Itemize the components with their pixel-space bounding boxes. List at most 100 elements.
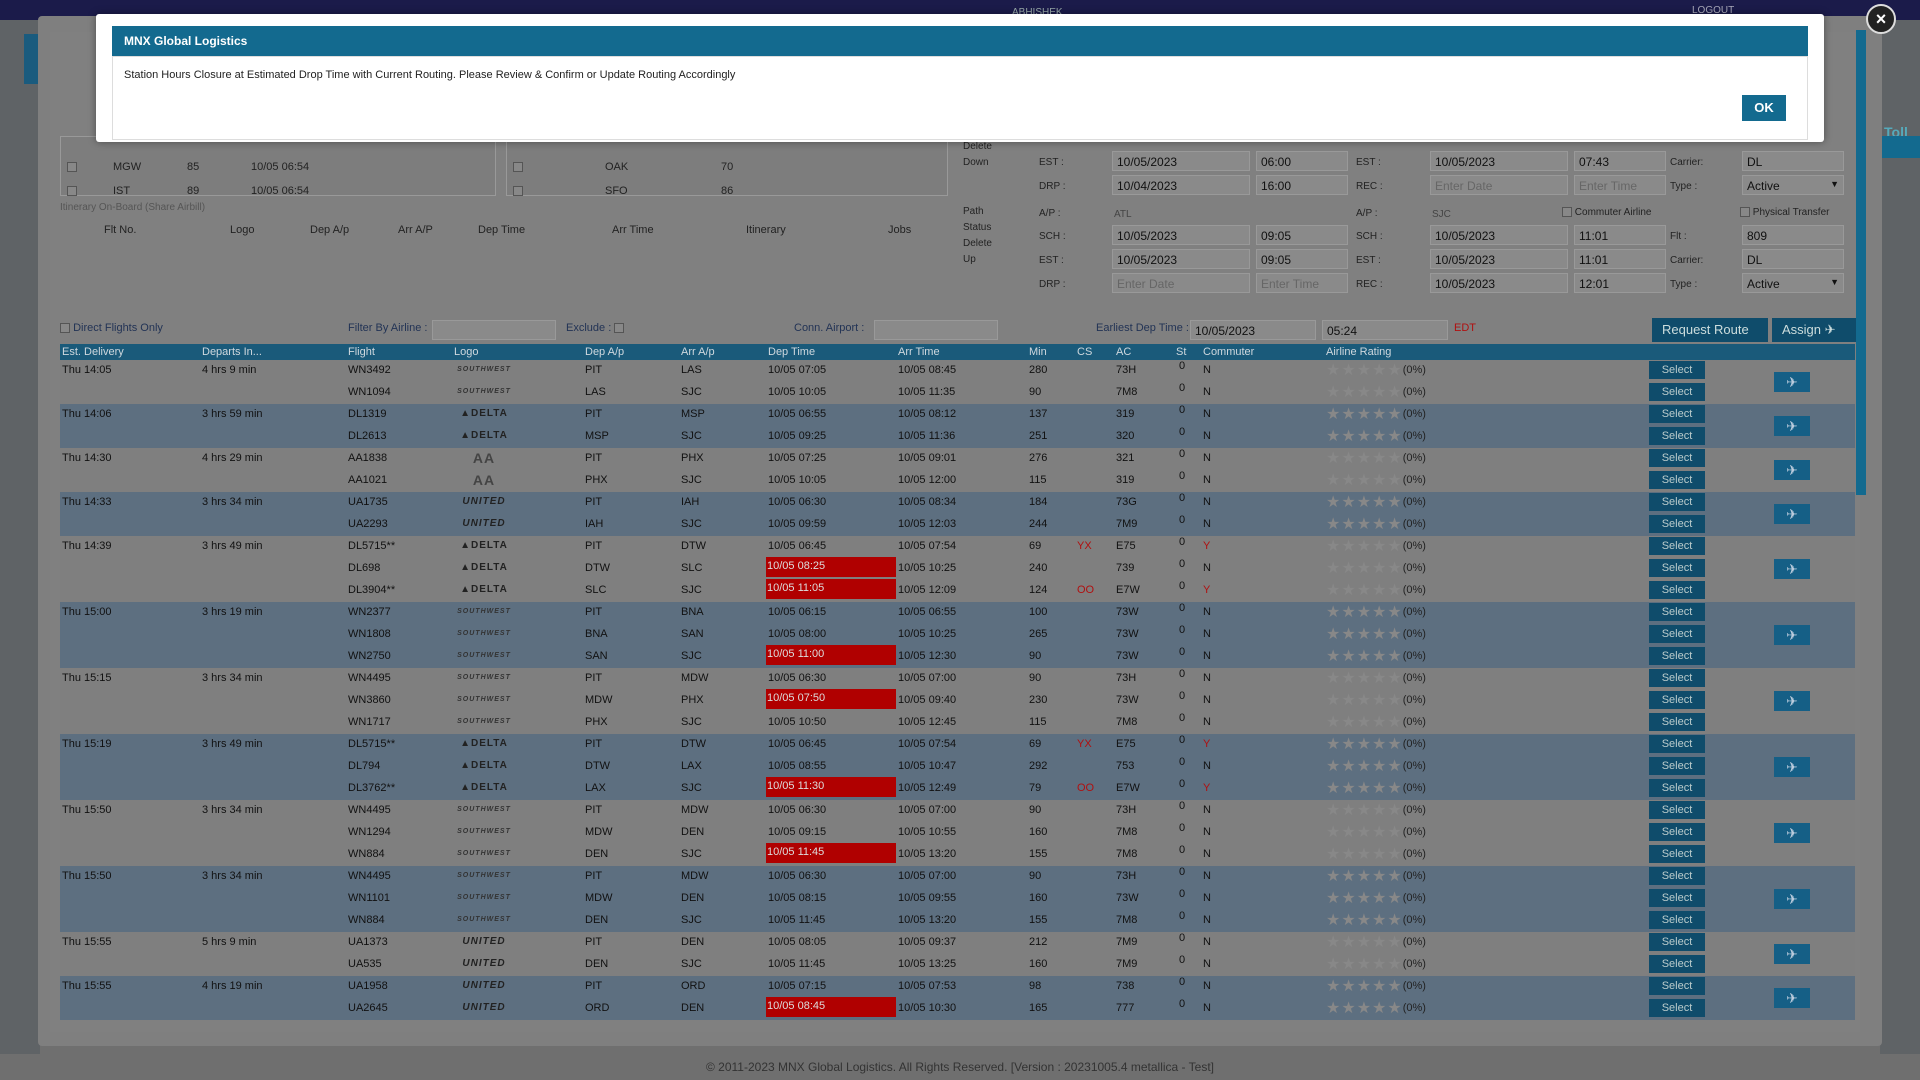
arr-airport: MDW [681, 804, 709, 816]
select-button[interactable]: Select [1649, 911, 1705, 929]
close-icon[interactable]: × [1866, 4, 1896, 34]
select-button[interactable]: Select [1649, 999, 1705, 1017]
select-button[interactable]: Select [1649, 779, 1705, 797]
rec2-date-field[interactable]: 10/05/2023 [1430, 273, 1568, 293]
est2-date-field[interactable]: 10/05/2023 [1430, 151, 1568, 171]
direct-flights-checkbox[interactable] [60, 323, 70, 334]
carrier-field[interactable]: DL [1742, 151, 1844, 171]
select-button[interactable]: Select [1649, 801, 1705, 819]
assign-plane-icon[interactable]: ✈ [1774, 460, 1810, 480]
dep-time: 10/05 07:05 [768, 364, 827, 376]
select-button[interactable]: Select [1649, 669, 1705, 687]
select-button[interactable]: Select [1649, 823, 1705, 841]
select-button[interactable]: Select [1649, 559, 1705, 577]
select-button[interactable]: Select [1649, 691, 1705, 709]
select-button[interactable]: Select [1649, 955, 1705, 973]
exclude-option[interactable]: Exclude : [566, 322, 625, 334]
rec-time-field[interactable]: Enter Time [1574, 175, 1666, 195]
earliest-dep-time[interactable]: 05:24 [1322, 320, 1448, 340]
scroll-strip[interactable] [1856, 30, 1866, 495]
commuter-airline-checkbox[interactable] [1562, 207, 1572, 218]
select-button[interactable]: Select [1649, 735, 1705, 753]
est-delivery: Thu 15:55 [62, 980, 112, 992]
assign-plane-icon[interactable]: ✈ [1774, 504, 1810, 524]
assign-plane-icon[interactable]: ✈ [1774, 988, 1810, 1008]
sch-date-field[interactable]: 10/05/2023 [1112, 225, 1250, 245]
assign-plane-icon[interactable]: ✈ [1774, 691, 1810, 711]
select-button[interactable]: Select [1649, 867, 1705, 885]
drp2-date-field[interactable]: Enter Date [1112, 273, 1250, 293]
select-button[interactable]: Select [1649, 405, 1705, 423]
drp-time-field[interactable]: 16:00 [1256, 175, 1348, 195]
assign-plane-icon[interactable]: ✈ [1774, 889, 1810, 909]
airport-checkbox[interactable] [513, 186, 523, 197]
flt-field[interactable]: 809 [1742, 225, 1844, 245]
select-button[interactable]: Select [1649, 757, 1705, 775]
select-button[interactable]: Select [1649, 427, 1705, 445]
physical-transfer-option[interactable]: Physical Transfer [1740, 207, 1829, 218]
select-button[interactable]: Select [1649, 977, 1705, 995]
select-button[interactable]: Select [1649, 383, 1705, 401]
sch2-date-field[interactable]: 10/05/2023 [1430, 225, 1568, 245]
drp2-time-field[interactable]: Enter Time [1256, 273, 1348, 293]
rec-date-field[interactable]: Enter Date [1430, 175, 1568, 195]
station-row[interactable]: MGW 85 10/05 06:54 [67, 161, 309, 173]
est-time-field[interactable]: 06:00 [1256, 151, 1348, 171]
type2-select[interactable]: Active ▼ [1742, 273, 1844, 293]
conn-airport-input[interactable] [874, 320, 998, 340]
select-button[interactable]: Select [1649, 889, 1705, 907]
est-date-field[interactable]: 10/05/2023 [1112, 151, 1250, 171]
station-checkbox[interactable] [67, 186, 77, 197]
assign-plane-icon[interactable]: ✈ [1774, 823, 1810, 843]
request-route-button[interactable]: Request Route [1652, 318, 1768, 342]
dep-airport: DTW [585, 562, 611, 574]
type-select[interactable]: Active ▼ [1742, 175, 1844, 195]
sch2-time-field[interactable]: 11:01 [1574, 225, 1666, 245]
select-button[interactable]: Select [1649, 581, 1705, 599]
route-option-group: Thu 15:00 3 hrs 19 min WN2377 SOUTHWEST PIT B… [60, 602, 1855, 668]
rating-stars: ★★★★★(0%) [1326, 362, 1426, 379]
ok-button[interactable]: OK [1742, 95, 1786, 121]
select-button[interactable]: Select [1649, 471, 1705, 489]
est2-time-field[interactable]: 07:43 [1574, 151, 1666, 171]
airport-row[interactable]: SFO 86 [513, 185, 733, 197]
station-checkbox[interactable] [67, 162, 77, 173]
assign-plane-icon[interactable]: ✈ [1774, 944, 1810, 964]
carrier2-field[interactable]: DL [1742, 249, 1844, 269]
filter-airline-input[interactable] [432, 320, 556, 340]
station-row[interactable]: IST 89 10/05 06:54 [67, 185, 309, 197]
departs-in: 3 hrs 59 min [202, 408, 263, 420]
assign-plane-icon[interactable]: ✈ [1774, 372, 1810, 392]
drp-date-field[interactable]: 10/04/2023 [1112, 175, 1250, 195]
rec2-time-field[interactable]: 12:01 [1574, 273, 1666, 293]
commuter-airline-option[interactable]: Commuter Airline [1562, 207, 1651, 218]
select-button[interactable]: Select [1649, 933, 1705, 951]
est4-date-field[interactable]: 10/05/2023 [1430, 249, 1568, 269]
assign-plane-icon[interactable]: ✈ [1774, 757, 1810, 777]
select-button[interactable]: Select [1649, 537, 1705, 555]
exclude-checkbox[interactable] [614, 323, 625, 334]
assign-plane-icon[interactable]: ✈ [1774, 625, 1810, 645]
airport-checkbox[interactable] [513, 162, 523, 173]
select-button[interactable]: Select [1649, 713, 1705, 731]
direct-flights-option[interactable]: Direct Flights Only [60, 322, 163, 334]
assign-plane-icon[interactable]: ✈ [1774, 559, 1810, 579]
select-button[interactable]: Select [1649, 515, 1705, 533]
est3-date-field[interactable]: 10/05/2023 [1112, 249, 1250, 269]
select-button[interactable]: Select [1649, 493, 1705, 511]
select-button[interactable]: Select [1649, 647, 1705, 665]
est3-time-field[interactable]: 09:05 [1256, 249, 1348, 269]
physical-transfer-checkbox[interactable] [1740, 207, 1750, 218]
select-button[interactable]: Select [1649, 449, 1705, 467]
select-button[interactable]: Select [1649, 845, 1705, 863]
sch-time-field[interactable]: 09:05 [1256, 225, 1348, 245]
select-button[interactable]: Select [1649, 361, 1705, 379]
assign-button[interactable]: Assign ✈ [1772, 318, 1856, 342]
est4-time-field[interactable]: 11:01 [1574, 249, 1666, 269]
rating-percent: (0%) [1402, 474, 1426, 486]
earliest-dep-date[interactable]: 10/05/2023 [1190, 320, 1316, 340]
assign-plane-icon[interactable]: ✈ [1774, 416, 1810, 436]
airport-row[interactable]: OAK 70 [513, 161, 733, 173]
select-button[interactable]: Select [1649, 603, 1705, 621]
select-button[interactable]: Select [1649, 625, 1705, 643]
